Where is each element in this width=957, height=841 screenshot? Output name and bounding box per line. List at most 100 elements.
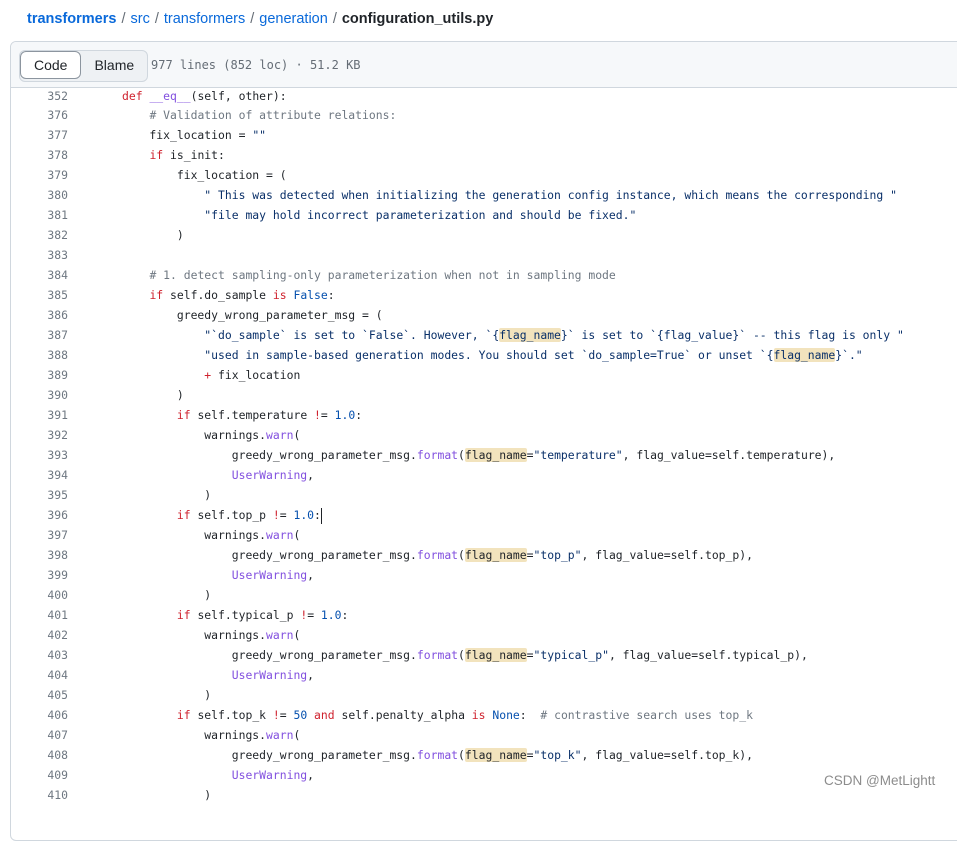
code-line[interactable]: 392 warnings.warn( [11,425,957,445]
line-number[interactable]: 409 [11,765,68,785]
code-line[interactable]: 402 warnings.warn( [11,625,957,645]
code-view[interactable]: 352 def __eq__(self, other): 376 # Valid… [11,88,957,805]
code-line-text: ) [122,688,212,702]
line-number[interactable]: 391 [11,405,68,425]
code-line[interactable]: 379 fix_location = ( [11,165,957,185]
code-line-text: warnings.warn( [122,528,301,542]
line-number[interactable]: 376 [11,105,68,125]
code-line[interactable]: 376 # Validation of attribute relations: [11,105,957,125]
line-number[interactable]: 398 [11,545,68,565]
code-line-text: fix_location = "" [122,128,267,142]
code-line[interactable]: 406 if self.top_k != 50 and self.penalty… [11,705,957,725]
line-number[interactable]: 381 [11,205,68,225]
line-number[interactable]: 385 [11,285,68,305]
view-toggle: Code Blame [19,50,149,82]
code-line[interactable]: 393 greedy_wrong_parameter_msg.format(fl… [11,445,957,465]
code-line[interactable]: 396 if self.top_p != 1.0: [11,505,957,525]
code-line-text: "used in sample-based generation modes. … [204,348,863,362]
code-line[interactable]: 403 greedy_wrong_parameter_msg.format(fl… [11,645,957,665]
code-line-text: greedy_wrong_parameter_msg.format(flag_n… [122,748,753,762]
code-line-text: UserWarning, [231,668,315,682]
code-line[interactable]: 390 ) [11,385,957,405]
code-line-text: UserWarning, [231,468,315,482]
code-line-text: greedy_wrong_parameter_msg = ( [122,308,383,322]
code-line[interactable]: 394 UserWarning, [11,465,957,485]
line-number[interactable]: 388 [11,345,68,365]
code-line[interactable]: 389 + fix_location [11,365,957,385]
code-line[interactable]: 387 "`do_sample` is set to `False`. Howe… [11,325,957,345]
line-number[interactable]: 378 [11,145,68,165]
code-line-text: ) [122,388,184,402]
code-line[interactable]: 399 UserWarning, [11,565,957,585]
breadcrumb-repo-link[interactable]: transformers [27,11,116,27]
line-number[interactable]: 396 [11,505,68,525]
breadcrumb-src-link[interactable]: src [130,11,149,27]
line-number[interactable]: 399 [11,565,68,585]
sticky-scope-line[interactable]: 352 def __eq__(self, other): [11,88,957,105]
code-line-text: ) [122,488,212,502]
line-number[interactable]: 384 [11,265,68,285]
line-number[interactable]: 389 [11,365,68,385]
line-number[interactable]: 393 [11,445,68,465]
code-line[interactable]: 377 fix_location = "" [11,125,957,145]
line-number[interactable]: 386 [11,305,68,325]
code-line[interactable]: 378 if is_init: [11,145,957,165]
watermark: CSDN @MetLightt [824,773,936,788]
line-number[interactable]: 382 [11,225,68,245]
breadcrumb-generation-link[interactable]: generation [259,11,328,27]
line-number[interactable]: 395 [11,485,68,505]
line-number[interactable]: 387 [11,325,68,345]
code-line[interactable]: 409 UserWarning, [11,765,957,785]
code-line-text: UserWarning, [231,768,315,782]
code-line-text: greedy_wrong_parameter_msg.format(flag_n… [122,448,836,462]
code-line[interactable]: 382 ) [11,225,957,245]
line-number[interactable]: 394 [11,465,68,485]
line-number[interactable]: 397 [11,525,68,545]
code-line[interactable]: 383 [11,245,957,265]
code-line[interactable]: 391 if self.temperature != 1.0: [11,405,957,425]
line-number[interactable]: 392 [11,425,68,445]
code-line[interactable]: 398 greedy_wrong_parameter_msg.format(fl… [11,545,957,565]
line-number[interactable]: 383 [11,245,68,265]
line-number[interactable]: 403 [11,645,68,665]
code-line-text: "file may hold incorrect parameterizatio… [204,208,637,222]
blame-view-button[interactable]: Blame [81,51,147,79]
code-line[interactable]: 397 warnings.warn( [11,525,957,545]
line-number[interactable]: 405 [11,685,68,705]
code-line[interactable]: 380 " This was detected when initializin… [11,185,957,205]
code-line-text: UserWarning, [231,568,315,582]
line-number[interactable]: 380 [11,185,68,205]
code-view-button[interactable]: Code [20,51,82,79]
breadcrumb-transformers-link[interactable]: transformers [164,11,245,27]
code-line[interactable]: 381 "file may hold incorrect parameteriz… [11,205,957,225]
line-number[interactable]: 377 [11,125,68,145]
code-line[interactable]: 407 warnings.warn( [11,725,957,745]
code-line[interactable]: 404 UserWarning, [11,665,957,685]
line-number[interactable]: 401 [11,605,68,625]
code-line-text: + fix_location [204,368,301,382]
code-line[interactable]: 405 ) [11,685,957,705]
line-number[interactable]: 407 [11,725,68,745]
line-number[interactable]: 379 [11,165,68,185]
line-number[interactable]: 404 [11,665,68,685]
line-number[interactable]: 400 [11,585,68,605]
code-line[interactable]: 384 # 1. detect sampling-only parameteri… [11,265,957,285]
code-line[interactable]: 410 ) [11,785,957,805]
line-number[interactable]: 402 [11,625,68,645]
code-line[interactable]: 395 ) [11,485,957,505]
breadcrumb-separator: / [332,11,337,27]
breadcrumb-separator: / [154,11,159,27]
code-line[interactable]: 408 greedy_wrong_parameter_msg.format(fl… [11,745,957,765]
code-line[interactable]: 401 if self.typical_p != 1.0: [11,605,957,625]
code-line[interactable]: 400 ) [11,585,957,605]
line-number[interactable]: 408 [11,745,68,765]
code-line[interactable]: 388 "used in sample-based generation mod… [11,345,957,365]
line-number[interactable]: 352 [11,88,68,105]
line-number[interactable]: 406 [11,705,68,725]
code-line[interactable]: 385 if self.do_sample is False: [11,285,957,305]
line-number[interactable]: 410 [11,785,68,805]
line-number[interactable]: 390 [11,385,68,405]
code-line[interactable]: 386 greedy_wrong_parameter_msg = ( [11,305,957,325]
code-line-text: if self.temperature != 1.0: [176,408,363,422]
